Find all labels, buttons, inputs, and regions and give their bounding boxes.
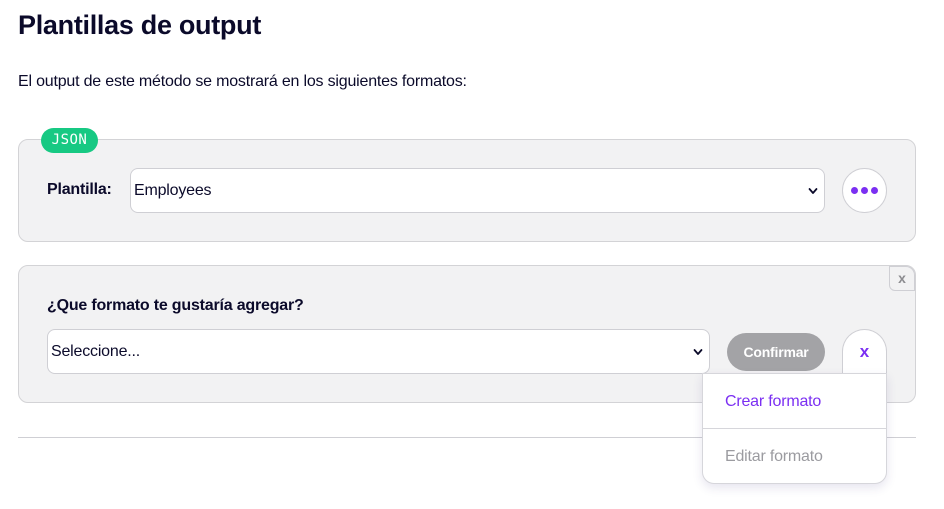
add-format-question: ¿Que formato te gustaría agregar? xyxy=(47,297,304,314)
json-format-badge: JSON xyxy=(41,128,98,153)
menu-item-create-format[interactable]: Crear formato xyxy=(703,374,886,429)
template-select-value: Employees xyxy=(134,182,212,199)
page-subtitle: El output de este método se mostrará en … xyxy=(18,73,467,90)
format-actions-menu: Crear formato Editar formato xyxy=(702,373,887,484)
page-title: Plantillas de output xyxy=(18,10,262,40)
confirm-button[interactable]: Confirmar xyxy=(727,333,825,371)
more-options-button[interactable] xyxy=(842,168,887,213)
format-select-placeholder: Seleccione... xyxy=(51,343,141,360)
menu-item-edit-format[interactable]: Editar formato xyxy=(703,429,886,484)
close-menu-button[interactable]: x xyxy=(842,329,887,374)
template-select[interactable]: Employees xyxy=(130,168,825,213)
template-label: Plantilla: xyxy=(47,181,112,198)
chevron-down-icon xyxy=(808,188,818,194)
close-icon: x xyxy=(859,342,870,361)
close-card-button[interactable]: x xyxy=(889,266,915,291)
chevron-down-icon xyxy=(693,349,703,355)
output-templates-page: Plantillas de output El output de este m… xyxy=(0,0,944,509)
ellipsis-icon xyxy=(851,187,878,194)
format-select[interactable]: Seleccione... xyxy=(47,329,710,374)
